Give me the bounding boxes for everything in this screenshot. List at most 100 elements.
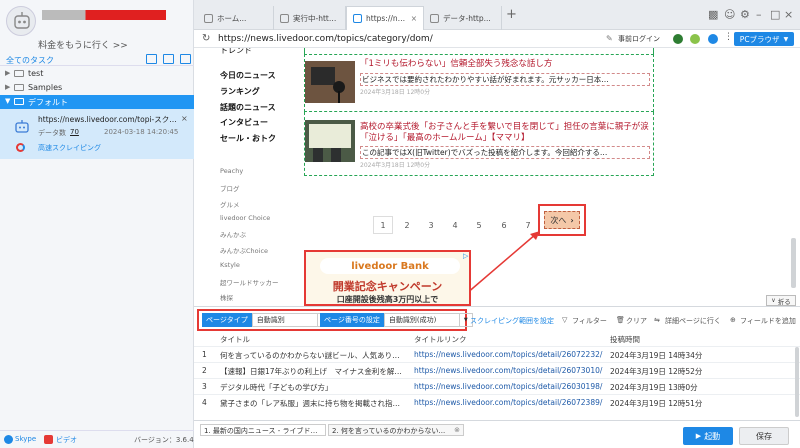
filter-button[interactable]: フィルター bbox=[572, 316, 607, 326]
page-tab-2[interactable]: 2. 何を言っているのかわからない... ⊗ bbox=[328, 424, 464, 436]
extension-icon[interactable] bbox=[673, 34, 683, 44]
skype-icon[interactable] bbox=[4, 435, 13, 444]
collapse-button[interactable]: ∨ 折る bbox=[766, 295, 796, 306]
nav-livedoor-choice[interactable]: livedoor Choice bbox=[220, 214, 270, 222]
column-title[interactable]: タイトル bbox=[220, 334, 250, 345]
tab-data[interactable]: データ-http... bbox=[424, 6, 502, 30]
url-input[interactable]: https://news.livedoor.com/topics/categor… bbox=[218, 34, 433, 44]
nav-kstyle[interactable]: Kstyle bbox=[220, 261, 240, 269]
page-3[interactable]: 3 bbox=[421, 216, 441, 234]
column-title-link[interactable]: タイトルリンク bbox=[414, 334, 467, 345]
extension-icon[interactable] bbox=[690, 34, 700, 44]
nav-kabutan[interactable]: 株探 bbox=[220, 292, 233, 302]
next-page-button[interactable]: 次へ › bbox=[544, 211, 580, 229]
article-thumbnail[interactable] bbox=[305, 61, 355, 103]
web-scrollbar[interactable] bbox=[791, 238, 796, 288]
ad-info-icon[interactable]: ▷ bbox=[463, 252, 468, 260]
add-field-button[interactable]: フィールドを追加 bbox=[740, 316, 796, 326]
maximize-icon[interactable]: □ bbox=[770, 8, 780, 21]
page-2[interactable]: 2 bbox=[397, 216, 417, 234]
play-icon: ▶ bbox=[695, 432, 702, 440]
close-icon[interactable]: × bbox=[411, 14, 417, 23]
minimize-icon[interactable]: – bbox=[756, 8, 762, 21]
pc-browser-dropdown[interactable]: PCブラウザ ▼ bbox=[734, 32, 794, 46]
video-link[interactable]: ビデオ bbox=[56, 435, 77, 445]
table-row[interactable]: 2 【速報】日銀17年ぶりの利上げ マイナス金利を解除 YCC... https… bbox=[194, 362, 800, 378]
user-icon[interactable]: ☺ bbox=[724, 8, 735, 21]
detail-page-button[interactable]: 詳細ページに行く bbox=[665, 316, 721, 326]
save-button[interactable]: 保存 bbox=[739, 427, 789, 445]
nav-trend[interactable]: トレンド bbox=[220, 48, 252, 56]
nav-interview[interactable]: インタビュー bbox=[220, 117, 268, 128]
folder-samples[interactable]: ▶ Samples bbox=[0, 81, 194, 95]
data-count[interactable]: 70 bbox=[70, 128, 79, 136]
page-1[interactable]: 1 bbox=[373, 216, 393, 234]
close-icon[interactable]: ⊗ bbox=[454, 426, 460, 434]
article-item[interactable]: 高校の卒業式後「お子さんと手を繋いで目を閉じて」担任の言葉に親子が涙「泣ける」「… bbox=[304, 112, 654, 176]
close-icon[interactable]: × bbox=[181, 114, 188, 123]
cell-time: 2024年3月19日 14時34分 bbox=[610, 351, 703, 360]
folder-label: Samples bbox=[28, 83, 63, 92]
chevrons-down-icon: ∨ bbox=[771, 297, 776, 304]
start-button[interactable]: ▶ 起動 bbox=[683, 427, 733, 445]
page-type-select[interactable]: ページタイプ 自動識別 ▼ bbox=[202, 313, 331, 327]
folder-test[interactable]: ▶ test bbox=[0, 67, 194, 81]
all-tasks-label[interactable]: 全てのタスク bbox=[6, 55, 54, 66]
ad-headline: 開業記念キャンペーン bbox=[332, 280, 443, 293]
close-window-icon[interactable]: × bbox=[784, 8, 793, 21]
page-tab-1[interactable]: 1. 最新の国内ニュース - ライブドア... bbox=[200, 424, 326, 436]
nav-minkabu[interactable]: みんかぶ bbox=[220, 229, 246, 239]
import-icon[interactable] bbox=[146, 54, 157, 64]
tab-home[interactable]: ホーム... bbox=[198, 6, 274, 30]
gift-icon[interactable]: ▩ bbox=[708, 8, 718, 21]
cell-link: https://news.livedoor.com/topics/detail/… bbox=[414, 350, 603, 359]
article-item[interactable]: 「1ミリも伝わらない」信頼全部失う残念な話し方 ビジネスでは要約されたわかりやす… bbox=[304, 54, 654, 112]
column-post-time[interactable]: 投稿時間 bbox=[610, 334, 640, 345]
video-icon[interactable] bbox=[44, 435, 53, 444]
clear-button[interactable]: クリア bbox=[626, 316, 647, 326]
page-number-label: ページ番号の設定 bbox=[320, 313, 384, 327]
next-label: 次へ bbox=[550, 215, 567, 225]
new-folder-icon[interactable] bbox=[163, 54, 174, 64]
nav-peachy[interactable]: Peachy bbox=[220, 167, 243, 175]
more-icon[interactable]: ⋮ bbox=[724, 32, 733, 42]
table-row[interactable]: 4 黛子さまの「レア私服」週末に持ち物を掲載され指摘な声に... https:/… bbox=[194, 394, 800, 408]
upgrade-link[interactable]: 料金をもうに行く >> bbox=[28, 38, 138, 51]
filter-icon[interactable]: ▽ bbox=[562, 316, 567, 324]
tab-running[interactable]: 実行中-http... bbox=[274, 6, 346, 30]
nav-world-soccer[interactable]: 超ワールドサッカー bbox=[220, 277, 279, 287]
browser-mode-label: PCブラウザ bbox=[739, 34, 780, 44]
nav-minkabu-choice[interactable]: みんかぶChoice bbox=[220, 245, 268, 255]
add-icon[interactable]: ⊕ bbox=[730, 316, 736, 324]
article-thumbnail[interactable] bbox=[305, 120, 355, 162]
page-4[interactable]: 4 bbox=[445, 216, 465, 234]
table-row[interactable]: 1 何を言っているのかわからない謎ビール、人気ありすぎて入... https:/… bbox=[194, 346, 800, 362]
edit-icon[interactable]: ✎ bbox=[606, 34, 613, 43]
article-title[interactable]: 高校の卒業式後「お子さんと手を繋いで目を閉じて」担任の言葉に親子が涙「泣ける」「… bbox=[360, 122, 650, 144]
nav-sale[interactable]: セール・おトク bbox=[220, 133, 276, 144]
reload-icon[interactable]: ↻ bbox=[202, 33, 210, 44]
nav-today-news[interactable]: 今日のニュース bbox=[220, 70, 276, 81]
pre-login-button[interactable]: 事前ログイン bbox=[618, 34, 660, 44]
nav-ranking[interactable]: ランキング bbox=[220, 86, 260, 97]
info-icon[interactable] bbox=[708, 34, 718, 44]
folder-default[interactable]: ▼ デフォルト bbox=[0, 95, 194, 109]
skype-link[interactable]: Skype bbox=[15, 435, 36, 443]
nav-gourmet[interactable]: グルメ bbox=[220, 199, 240, 209]
tab-livedoor[interactable]: https://new... × bbox=[346, 6, 424, 30]
nav-topics[interactable]: 話題のニュース bbox=[220, 102, 276, 113]
link-icon[interactable]: ⇋ bbox=[654, 316, 660, 324]
avatar[interactable] bbox=[6, 6, 36, 36]
nav-blog[interactable]: ブログ bbox=[220, 183, 240, 193]
scrape-range-link[interactable]: スクレイピング範囲を設定 bbox=[470, 316, 554, 326]
task-item[interactable]: https://news.livedoor.com/topi-スクレイピン...… bbox=[0, 109, 194, 159]
page-number-select[interactable]: ページ番号の設定 自動識別(成功) ▼ bbox=[320, 313, 473, 327]
table-row[interactable]: 3 デジタル時代「子どもの学び方」 https://news.livedoor.… bbox=[194, 378, 800, 394]
table-scrollbar[interactable] bbox=[795, 347, 799, 417]
advertisement[interactable]: livedoor Bank ▷ 開業記念キャンペーン 口座開設後残高3万円以上で bbox=[304, 250, 471, 306]
settings-icon[interactable]: ⚙ bbox=[740, 8, 750, 21]
trash-icon[interactable]: 🗑 bbox=[616, 316, 625, 324]
article-title[interactable]: 「1ミリも伝わらない」信頼全部失う残念な話し方 bbox=[360, 59, 650, 70]
refresh-icon[interactable] bbox=[180, 54, 191, 64]
new-tab-icon[interactable]: + bbox=[506, 7, 517, 22]
